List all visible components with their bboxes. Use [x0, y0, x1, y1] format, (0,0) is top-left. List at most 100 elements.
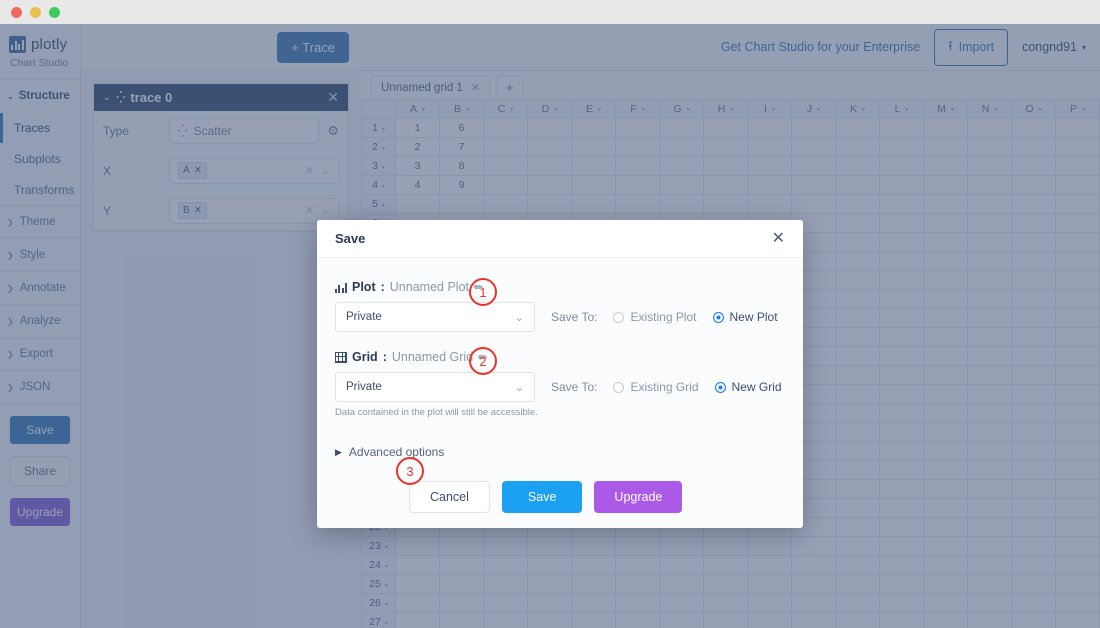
chevron-down-icon[interactable]: ▾ — [385, 564, 388, 570]
spreadsheet-cell[interactable] — [571, 118, 616, 138]
spreadsheet-cell[interactable] — [483, 194, 528, 214]
spreadsheet-cell[interactable] — [879, 270, 924, 290]
spreadsheet-cell[interactable] — [967, 137, 1012, 157]
column-header-h[interactable]: H ▾ — [703, 99, 748, 119]
spreadsheet-cell[interactable] — [527, 574, 572, 594]
spreadsheet-cell[interactable] — [835, 479, 880, 499]
trace-card-header[interactable]: ⌄ ⁛ trace 0 ✕ — [94, 84, 348, 111]
spreadsheet-cell[interactable] — [703, 156, 748, 176]
spreadsheet-cell[interactable] — [527, 593, 572, 613]
spreadsheet-cell[interactable] — [879, 593, 924, 613]
column-header-b[interactable]: B ▾ — [439, 99, 484, 119]
spreadsheet-cell[interactable] — [1055, 194, 1100, 214]
spreadsheet-cell[interactable] — [571, 574, 616, 594]
spreadsheet-cell[interactable] — [703, 574, 748, 594]
chevron-down-icon[interactable]: ▾ — [385, 545, 388, 551]
spreadsheet-cell[interactable] — [1055, 460, 1100, 480]
spreadsheet-cell[interactable] — [923, 194, 968, 214]
spreadsheet-cell[interactable] — [923, 327, 968, 347]
spreadsheet-cell[interactable] — [439, 593, 484, 613]
spreadsheet-cell[interactable] — [967, 175, 1012, 195]
chip-remove-icon[interactable]: ✕ — [194, 205, 202, 216]
spreadsheet-cell[interactable] — [659, 574, 704, 594]
spreadsheet-cell[interactable] — [835, 498, 880, 518]
spreadsheet-cell[interactable] — [923, 308, 968, 328]
window-minimize-button[interactable] — [30, 6, 41, 18]
column-header-k[interactable]: K ▾ — [835, 99, 880, 119]
spreadsheet-cell[interactable] — [835, 270, 880, 290]
trace-x-chip[interactable]: A ✕ — [178, 162, 208, 179]
spreadsheet-cell[interactable] — [791, 593, 836, 613]
spreadsheet-cell[interactable] — [615, 555, 660, 575]
spreadsheet-cell[interactable] — [879, 175, 924, 195]
spreadsheet-cell[interactable] — [1055, 498, 1100, 518]
spreadsheet-cell[interactable] — [615, 536, 660, 556]
spreadsheet-cell[interactable]: 9 — [439, 175, 484, 195]
spreadsheet-cell[interactable] — [923, 479, 968, 499]
column-header-n[interactable]: N ▾ — [967, 99, 1012, 119]
add-grid-tab-button[interactable]: + — [496, 75, 524, 99]
sidebar-structure-header[interactable]: ⌄ Structure — [0, 80, 80, 112]
column-header-j[interactable]: J ▾ — [791, 99, 836, 119]
spreadsheet-cell[interactable] — [483, 612, 528, 628]
spreadsheet-cell[interactable] — [439, 574, 484, 594]
spreadsheet-cell[interactable] — [395, 612, 440, 628]
spreadsheet-cell[interactable] — [1055, 574, 1100, 594]
spreadsheet-cell[interactable] — [439, 555, 484, 575]
spreadsheet-cell[interactable] — [879, 289, 924, 309]
spreadsheet-cell[interactable] — [395, 536, 440, 556]
spreadsheet-cell[interactable] — [923, 422, 968, 442]
spreadsheet-cell[interactable] — [1055, 403, 1100, 423]
spreadsheet-cell[interactable] — [791, 574, 836, 594]
chevron-down-icon[interactable]: ▾ — [466, 107, 469, 113]
spreadsheet-cell[interactable] — [835, 156, 880, 176]
spreadsheet-cell[interactable] — [1055, 517, 1100, 537]
spreadsheet-cell[interactable] — [967, 403, 1012, 423]
column-header-m[interactable]: M ▾ — [923, 99, 968, 119]
spreadsheet-cell[interactable] — [967, 422, 1012, 442]
chevron-down-icon[interactable]: ▾ — [382, 127, 385, 133]
spreadsheet-cell[interactable] — [1011, 175, 1056, 195]
column-header-g[interactable]: G ▾ — [659, 99, 704, 119]
spreadsheet-cell[interactable] — [1055, 251, 1100, 271]
spreadsheet-cell[interactable] — [835, 536, 880, 556]
spreadsheet-cell[interactable] — [395, 593, 440, 613]
spreadsheet-cell[interactable] — [879, 441, 924, 461]
chevron-down-icon[interactable]: ▾ — [1082, 107, 1085, 113]
spreadsheet-cell[interactable] — [923, 118, 968, 138]
spreadsheet-cell[interactable] — [703, 555, 748, 575]
grid-privacy-select[interactable]: Private ⌄ — [335, 372, 535, 402]
spreadsheet-cell[interactable] — [571, 156, 616, 176]
chevron-down-icon[interactable]: ⌄ — [321, 204, 330, 217]
spreadsheet-cell[interactable] — [1055, 308, 1100, 328]
spreadsheet-cell[interactable] — [1055, 365, 1100, 385]
spreadsheet-cell[interactable] — [1055, 536, 1100, 556]
spreadsheet-cell[interactable] — [1011, 479, 1056, 499]
spreadsheet-cell[interactable] — [1011, 251, 1056, 271]
spreadsheet-cell[interactable] — [923, 441, 968, 461]
spreadsheet-cell[interactable] — [1011, 327, 1056, 347]
spreadsheet-cell[interactable] — [747, 118, 792, 138]
spreadsheet-cell[interactable] — [1011, 118, 1056, 138]
spreadsheet-cell[interactable] — [571, 536, 616, 556]
spreadsheet-cell[interactable] — [747, 574, 792, 594]
spreadsheet-cell[interactable] — [527, 612, 572, 628]
spreadsheet-cell[interactable] — [923, 536, 968, 556]
radio-new-grid[interactable]: New Grid — [714, 380, 782, 394]
spreadsheet-cell[interactable] — [1055, 327, 1100, 347]
save-button[interactable]: Save — [501, 481, 583, 513]
spreadsheet-cell[interactable] — [747, 593, 792, 613]
chevron-down-icon[interactable]: ▾ — [1039, 107, 1042, 113]
spreadsheet-cell[interactable] — [835, 251, 880, 271]
column-header-e[interactable]: E ▾ — [571, 99, 616, 119]
sidebar-upgrade-button[interactable]: Upgrade — [10, 498, 70, 526]
grid-tab[interactable]: Unnamed grid 1 ✕ — [371, 75, 491, 99]
spreadsheet-cell[interactable] — [1011, 498, 1056, 518]
chevron-down-icon[interactable]: ▾ — [862, 107, 865, 113]
spreadsheet-cell[interactable] — [923, 156, 968, 176]
spreadsheet-cell[interactable] — [747, 175, 792, 195]
chevron-down-icon[interactable]: ▾ — [422, 107, 425, 113]
spreadsheet-cell[interactable]: 2 — [395, 137, 440, 157]
spreadsheet-cell[interactable] — [967, 555, 1012, 575]
spreadsheet-cell[interactable] — [527, 156, 572, 176]
